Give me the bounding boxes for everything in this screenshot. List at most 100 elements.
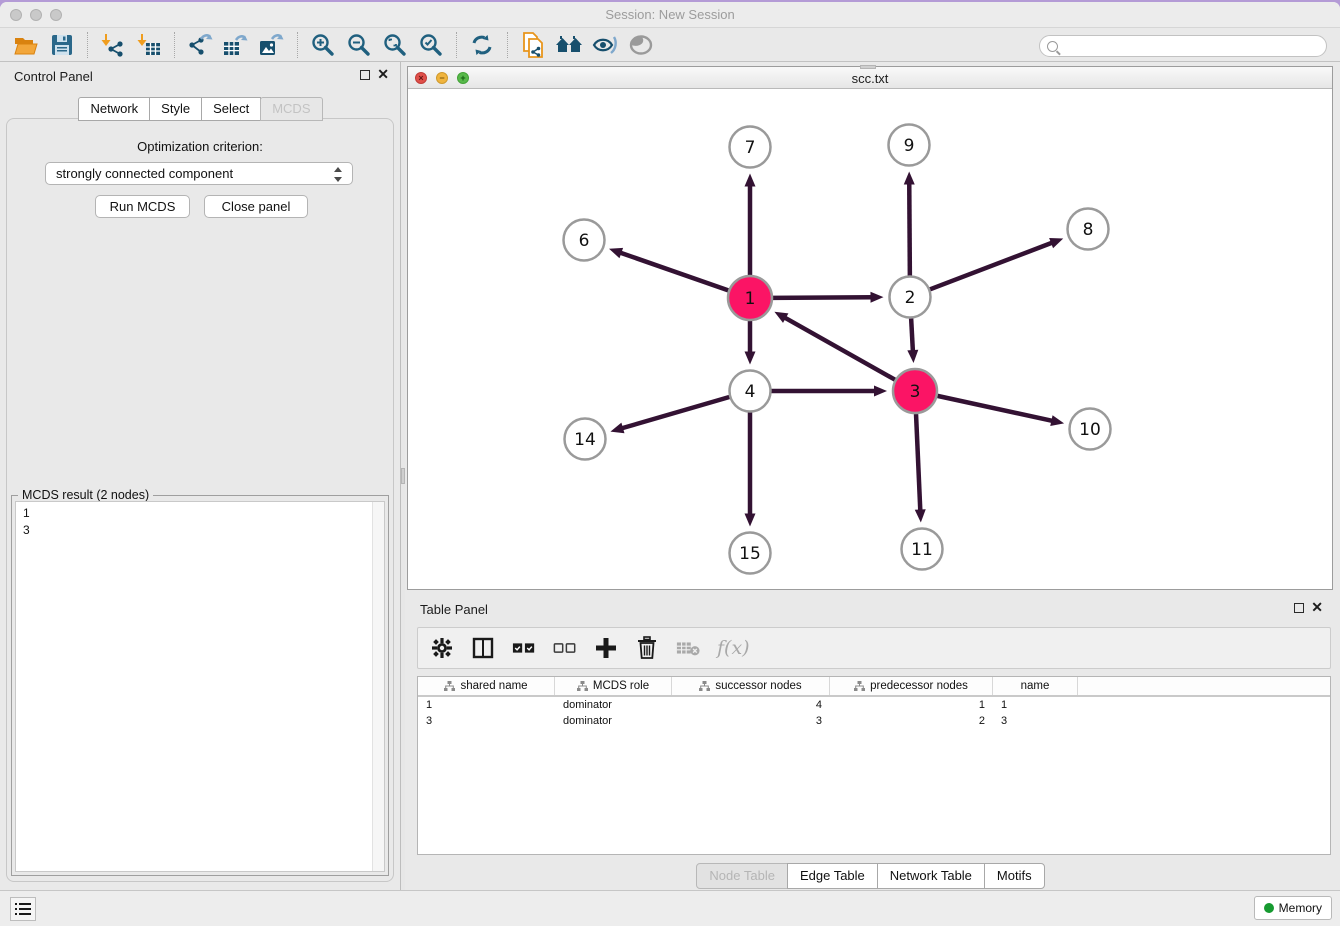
graph-node-label: 7: [745, 138, 756, 158]
select-all-rows-icon[interactable]: [512, 636, 536, 660]
result-line: 1: [23, 505, 384, 522]
control-panel-header: Control Panel ✕: [0, 62, 400, 88]
delete-row-icon[interactable]: [635, 636, 659, 660]
cell-mcds-role[interactable]: dominator: [555, 699, 672, 711]
close-panel-icon[interactable]: ✕: [377, 67, 389, 81]
tab-edge-table[interactable]: Edge Table: [787, 863, 878, 889]
cell-successor-nodes[interactable]: 3: [672, 715, 830, 727]
graph-edge[interactable]: [909, 182, 910, 275]
search-icon: [1047, 41, 1058, 52]
graph-edge[interactable]: [916, 414, 920, 512]
edge-arrowhead: [1050, 415, 1064, 426]
node-table[interactable]: shared name MCDS role successor nodes pr…: [417, 676, 1331, 855]
graph-edge[interactable]: [937, 396, 1053, 421]
copy-view-icon[interactable]: [517, 31, 549, 59]
memory-status-icon: [1264, 903, 1274, 913]
splitter-grip[interactable]: [401, 468, 405, 484]
tab-style[interactable]: Style: [149, 97, 202, 121]
column-header-predecessor-nodes[interactable]: predecessor nodes: [830, 677, 993, 695]
column-selector-icon[interactable]: [471, 636, 495, 660]
graph-edge[interactable]: [784, 317, 895, 380]
cell-name[interactable]: 3: [993, 715, 1078, 727]
home-layout-icon[interactable]: [553, 31, 585, 59]
tab-node-table[interactable]: Node Table: [696, 863, 788, 889]
export-image-icon[interactable]: [256, 31, 288, 59]
deselect-all-rows-icon[interactable]: [553, 636, 577, 660]
search-input[interactable]: [1062, 38, 1326, 54]
control-panel-title: Control Panel: [14, 69, 93, 84]
tab-select[interactable]: Select: [201, 97, 261, 121]
save-session-icon[interactable]: [46, 31, 78, 59]
memory-button[interactable]: Memory: [1254, 896, 1332, 920]
edge-arrowhead: [745, 352, 756, 365]
import-table-icon[interactable]: [133, 31, 165, 59]
graph-node-label: 8: [1083, 220, 1094, 240]
table-settings-icon[interactable]: [430, 636, 454, 660]
cell-successor-nodes[interactable]: 4: [672, 699, 830, 711]
task-history-button[interactable]: [10, 897, 36, 921]
toolbar-separator: [87, 32, 88, 58]
add-row-icon[interactable]: [594, 636, 618, 660]
mcds-tab-content: Optimization criterion: strongly connect…: [6, 118, 394, 882]
table-toolbar: f(x): [417, 627, 1331, 669]
column-header-successor-nodes[interactable]: successor nodes: [672, 677, 830, 695]
edge-arrowhead: [609, 248, 623, 258]
tab-network[interactable]: Network: [78, 97, 150, 121]
criterion-dropdown[interactable]: strongly connected component: [45, 162, 353, 185]
network-graph[interactable]: 7968124314101511: [408, 89, 1332, 589]
cell-name[interactable]: 1: [993, 699, 1078, 711]
column-header-name[interactable]: name: [993, 677, 1078, 695]
table-row[interactable]: 1 dominator 4 1 1: [418, 697, 1330, 713]
graph-edge[interactable]: [773, 297, 873, 298]
graph-node-label: 15: [739, 544, 761, 564]
graph-edge[interactable]: [621, 397, 729, 429]
graph-edge[interactable]: [911, 318, 913, 352]
zoom-in-icon[interactable]: [307, 31, 339, 59]
import-network-icon[interactable]: [97, 31, 129, 59]
cell-shared-name[interactable]: 1: [418, 699, 555, 711]
export-table-icon[interactable]: [220, 31, 252, 59]
table-row[interactable]: 3 dominator 3 2 3: [418, 713, 1330, 729]
zoom-fit-icon[interactable]: [379, 31, 411, 59]
graph-node-label: 2: [905, 288, 916, 308]
toolbar-separator: [456, 32, 457, 58]
vertical-splitter[interactable]: [400, 62, 405, 890]
cell-shared-name[interactable]: 3: [418, 715, 555, 727]
tab-network-table[interactable]: Network Table: [877, 863, 985, 889]
graph-node-label: 9: [904, 136, 915, 156]
refresh-view-icon[interactable]: [466, 31, 498, 59]
close-panel-button[interactable]: Close panel: [204, 195, 308, 218]
toolbar-separator: [507, 32, 508, 58]
cell-predecessor-nodes[interactable]: 1: [830, 699, 993, 711]
network-canvas[interactable]: 7968124314101511: [408, 89, 1332, 589]
mcds-result-textarea[interactable]: 1 3: [15, 501, 385, 872]
zoom-selected-icon[interactable]: [415, 31, 447, 59]
tab-motifs[interactable]: Motifs: [984, 863, 1045, 889]
graph-edge[interactable]: [619, 252, 728, 290]
graph-edge[interactable]: [930, 242, 1053, 289]
run-mcds-button[interactable]: Run MCDS: [95, 195, 190, 218]
column-header-shared-name[interactable]: shared name: [418, 677, 555, 695]
tab-mcds[interactable]: MCDS: [260, 97, 322, 121]
graph-node-label: 1: [745, 289, 756, 309]
export-network-icon[interactable]: [184, 31, 216, 59]
float-panel-icon[interactable]: [360, 70, 370, 80]
cell-mcds-role[interactable]: dominator: [555, 715, 672, 727]
toolbar-separator: [297, 32, 298, 58]
result-scrollbar[interactable]: [372, 502, 384, 871]
delete-table-icon[interactable]: [676, 636, 700, 660]
show-graphics-details-icon[interactable]: [625, 31, 657, 59]
horizontal-splitter-grip[interactable]: [860, 65, 876, 69]
function-builder-icon[interactable]: f(x): [717, 636, 750, 660]
float-panel-icon[interactable]: [1294, 603, 1304, 613]
cell-predecessor-nodes[interactable]: 2: [830, 715, 993, 727]
search-field[interactable]: [1039, 35, 1327, 57]
table-panel-tabs: Node Table Edge Table Network Table Moti…: [407, 863, 1333, 889]
network-frame-title: scc.txt: [408, 71, 1332, 86]
close-panel-icon[interactable]: ✕: [1311, 600, 1323, 614]
column-header-mcds-role[interactable]: MCDS role: [555, 677, 672, 695]
open-session-icon[interactable]: [10, 31, 42, 59]
control-panel-tabs: Network Style Select MCDS: [0, 97, 400, 121]
style-preview-icon[interactable]: [589, 31, 621, 59]
zoom-out-icon[interactable]: [343, 31, 375, 59]
